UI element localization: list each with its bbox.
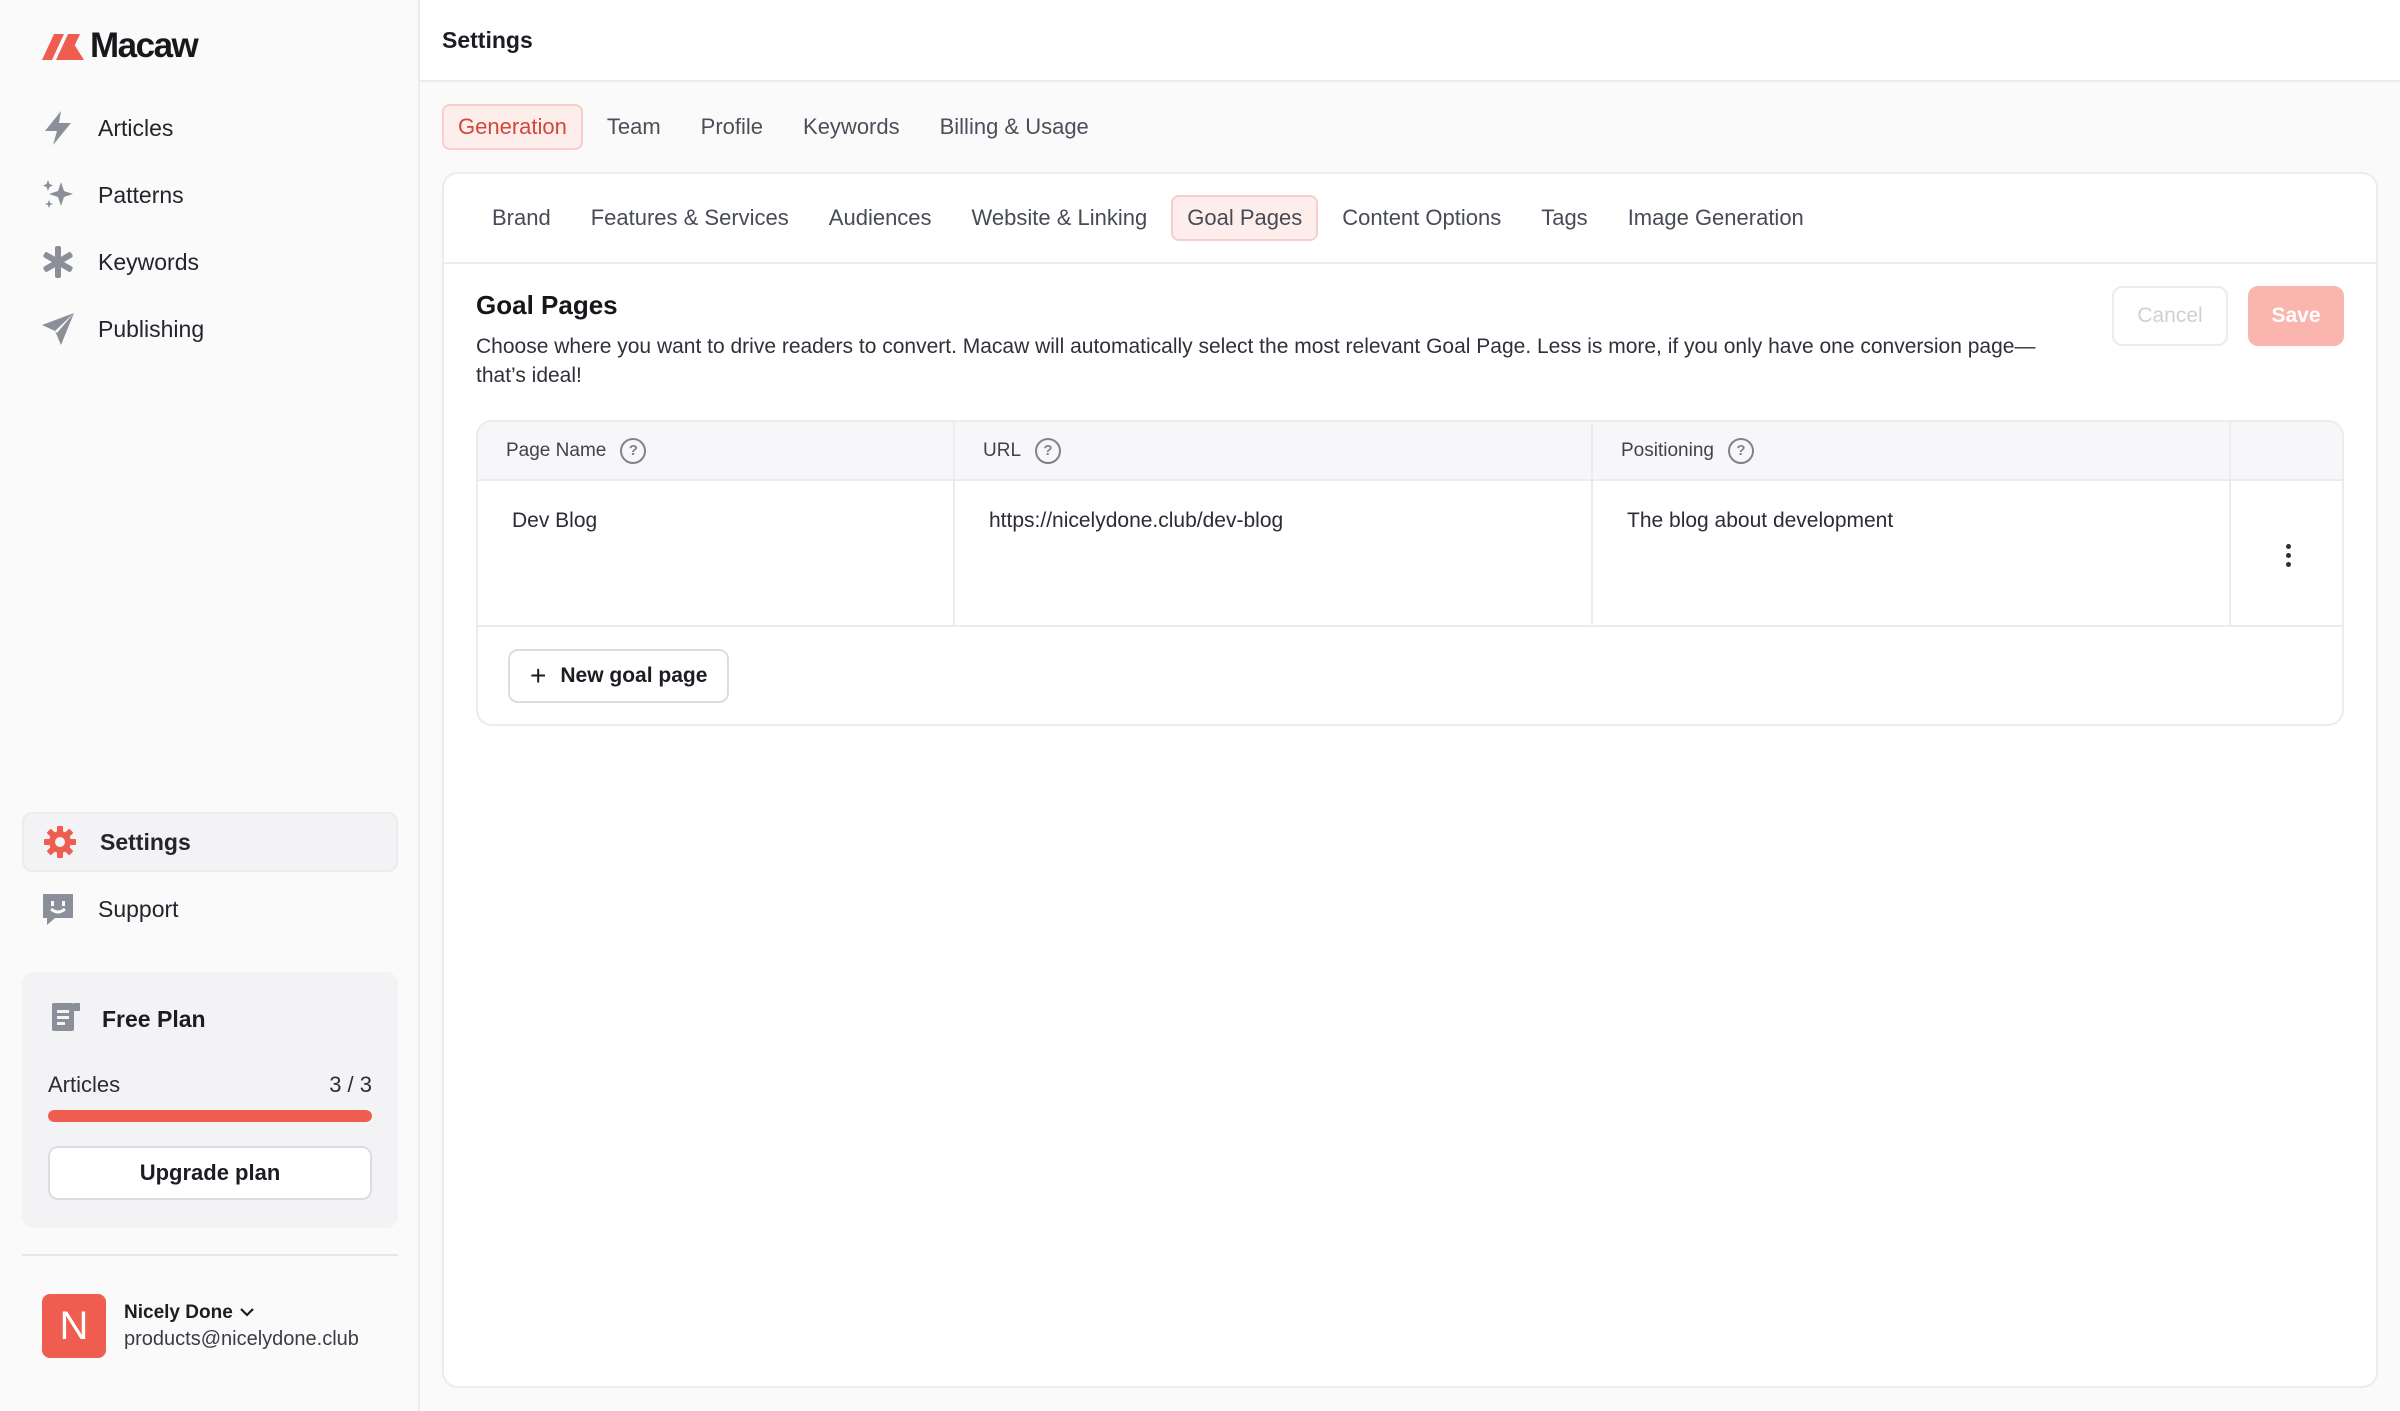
new-goal-page-label: New goal page xyxy=(560,664,708,687)
sidebar-divider xyxy=(22,1254,398,1256)
nav-item-settings[interactable]: Settings xyxy=(22,812,398,872)
subtab-image-generation[interactable]: Image Generation xyxy=(1612,195,1820,241)
cell-page-name[interactable]: Dev Blog xyxy=(478,480,955,627)
generation-subtabs: Brand Features & Services Audiences Webs… xyxy=(444,174,2376,264)
nav-item-articles[interactable]: Articles xyxy=(22,98,398,158)
page-title: Settings xyxy=(420,0,2400,82)
new-goal-page-button[interactable]: + New goal page xyxy=(508,649,730,703)
user-name: Nicely Done xyxy=(124,1301,233,1323)
nav-label: Articles xyxy=(98,114,174,141)
nav-item-support[interactable]: Support xyxy=(22,879,398,939)
tab-generation[interactable]: Generation xyxy=(442,104,583,150)
nav-label: Publishing xyxy=(98,315,205,342)
macaw-logo-icon xyxy=(42,34,84,60)
cell-positioning[interactable]: The blog about development xyxy=(1592,480,2231,627)
subtab-content-options[interactable]: Content Options xyxy=(1326,195,1517,241)
column-actions xyxy=(2230,422,2342,481)
subtab-website-linking[interactable]: Website & Linking xyxy=(956,195,1164,241)
nav-label: Support xyxy=(98,895,179,922)
main-nav: Articles Patterns Keywords Publishing xyxy=(22,98,398,366)
tab-profile[interactable]: Profile xyxy=(685,104,779,150)
settings-tabs: Generation Team Profile Keywords Billing… xyxy=(442,104,1105,150)
nav-label: Settings xyxy=(100,828,191,855)
upgrade-plan-button[interactable]: Upgrade plan xyxy=(48,1146,372,1200)
help-icon[interactable]: ? xyxy=(620,437,647,464)
nav-label: Patterns xyxy=(98,181,184,208)
table-row: Dev Blog https://nicelydone.club/dev-blo… xyxy=(478,480,2342,627)
subtab-brand[interactable]: Brand xyxy=(476,195,567,241)
column-label: Positioning xyxy=(1621,439,1714,461)
chevron-down-icon xyxy=(239,1302,255,1324)
support-face-icon xyxy=(40,891,76,927)
subtab-goal-pages[interactable]: Goal Pages xyxy=(1171,195,1319,241)
subtab-audiences[interactable]: Audiences xyxy=(813,195,948,241)
table-header-row: Page Name ? URL ? Positioning ? xyxy=(478,422,2342,481)
nav-item-publishing[interactable]: Publishing xyxy=(22,299,398,359)
lightning-icon xyxy=(40,110,76,146)
sidebar: Macaw Articles Patterns Keywords Publish… xyxy=(0,0,420,1411)
nav-item-keywords[interactable]: Keywords xyxy=(22,232,398,292)
settings-content: Generation Team Profile Keywords Billing… xyxy=(420,82,2400,1411)
plan-title: Free Plan xyxy=(102,1006,206,1032)
tab-team[interactable]: Team xyxy=(591,104,677,150)
plan-card: Free Plan Articles 3 / 3 Upgrade plan xyxy=(22,972,398,1228)
more-vertical-icon[interactable] xyxy=(2278,536,2299,575)
logo-text: Macaw xyxy=(90,26,199,65)
table-footer: + New goal page xyxy=(478,627,2342,724)
section-description: Choose where you want to drive readers t… xyxy=(476,335,2036,387)
plan-document-icon xyxy=(48,1000,82,1039)
subtab-tags[interactable]: Tags xyxy=(1525,195,1603,241)
subtab-features-services[interactable]: Features & Services xyxy=(575,195,805,241)
column-positioning: Positioning ? xyxy=(1592,422,2231,481)
gear-icon xyxy=(42,824,78,860)
help-icon[interactable]: ? xyxy=(1727,437,1754,464)
send-icon xyxy=(40,311,76,347)
asterisk-icon xyxy=(40,244,76,280)
plan-metric-value: 3 / 3 xyxy=(329,1072,372,1097)
secondary-nav: Settings Support xyxy=(22,812,398,946)
plan-progress-bar xyxy=(48,1110,372,1122)
goal-pages-table: Page Name ? URL ? Positioning ? Dev Blog… xyxy=(476,420,2344,726)
plan-progress-fill xyxy=(48,1110,372,1122)
help-icon[interactable]: ? xyxy=(1035,437,1062,464)
save-button[interactable]: Save xyxy=(2248,286,2344,346)
column-page-name: Page Name ? xyxy=(478,422,955,481)
plan-header: Free Plan xyxy=(48,1000,206,1039)
user-name-row: Nicely Done xyxy=(124,1302,359,1324)
sparkles-icon xyxy=(40,177,76,213)
cell-url[interactable]: https://nicelydone.club/dev-blog xyxy=(954,480,1593,627)
plus-icon: + xyxy=(530,660,547,691)
logo[interactable]: Macaw xyxy=(40,26,199,66)
avatar: N xyxy=(42,1294,106,1358)
cell-actions xyxy=(2230,480,2342,627)
user-email: products@nicelydone.club xyxy=(124,1327,359,1350)
section-title: Goal Pages xyxy=(476,290,618,320)
generation-panel: Brand Features & Services Audiences Webs… xyxy=(442,172,2378,1388)
tab-keywords[interactable]: Keywords xyxy=(787,104,916,150)
plan-metric-label: Articles xyxy=(48,1072,121,1097)
cancel-button[interactable]: Cancel xyxy=(2112,286,2228,346)
column-label: Page Name xyxy=(506,439,607,461)
main-content: Settings Generation Team Profile Keyword… xyxy=(420,0,2400,1411)
plan-usage-row: Articles 3 / 3 xyxy=(48,1072,372,1098)
nav-item-patterns[interactable]: Patterns xyxy=(22,165,398,225)
user-menu[interactable]: N Nicely Done products@nicelydone.club xyxy=(42,1294,359,1358)
tab-billing-usage[interactable]: Billing & Usage xyxy=(924,104,1105,150)
column-url: URL ? xyxy=(954,422,1593,481)
nav-label: Keywords xyxy=(98,248,199,275)
column-label: URL xyxy=(983,439,1022,461)
